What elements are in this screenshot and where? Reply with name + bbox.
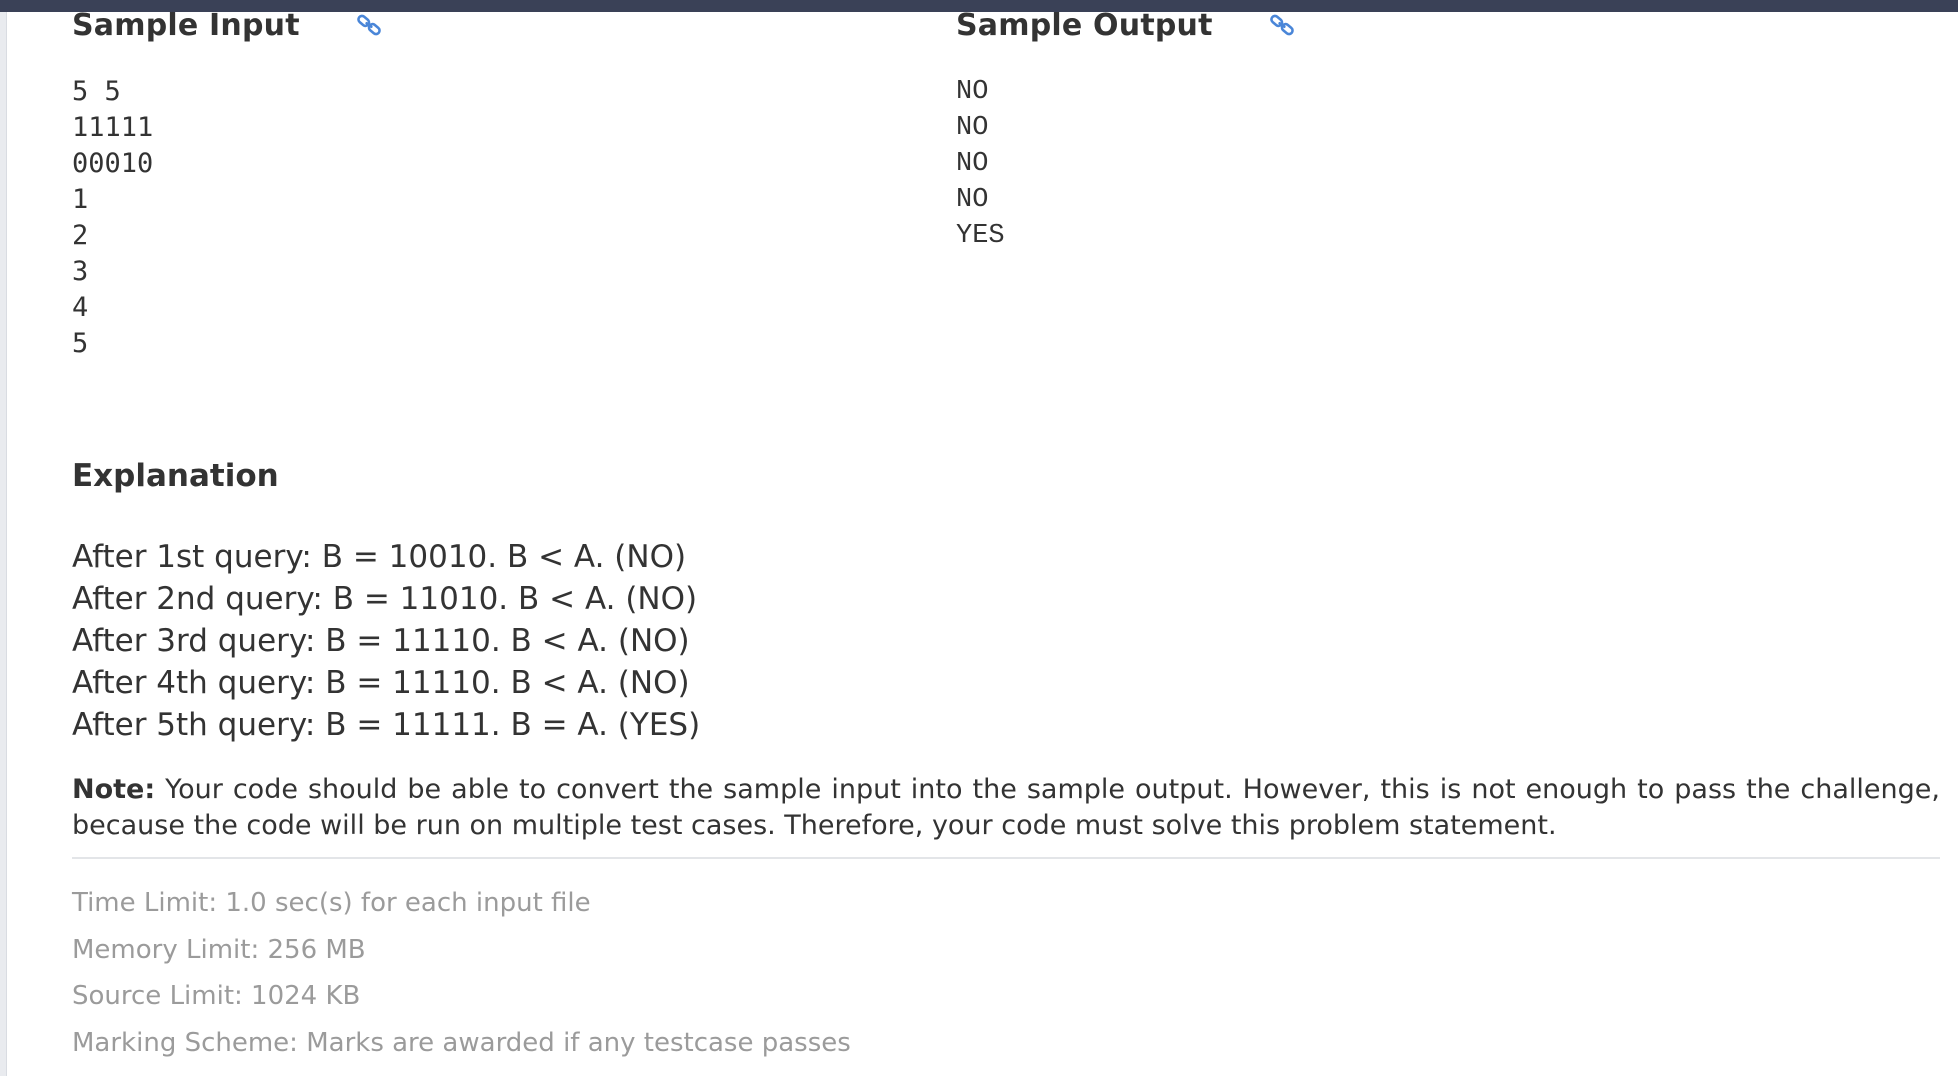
- problem-content: Sample Input 5 5 11111 00010 1 2 3 4 5 S…: [72, 0, 1940, 1076]
- time-limit: Time Limit: 1.0 sec(s) for each input fi…: [72, 888, 591, 918]
- sample-output-title: Sample Output: [956, 7, 1213, 43]
- source-limit: Source Limit: 1024 KB: [72, 981, 361, 1011]
- explanation-line: After 2nd query: B = 11010. B < A. (NO): [72, 581, 698, 617]
- left-edge-border: [0, 12, 7, 1076]
- sample-output-line: NO: [956, 113, 989, 143]
- sample-input-line: 3: [72, 256, 89, 287]
- explanation-line: After 5th query: B = 11111. B = A. (YES): [72, 707, 701, 743]
- sample-output-code: NO NO NO NO YES: [956, 74, 1816, 254]
- limits-section: Time Limit: 1.0 sec(s) for each input fi…: [72, 880, 1940, 1066]
- sample-input-header: Sample Input: [72, 0, 932, 50]
- sample-output-line: NO: [956, 185, 989, 215]
- explanation-line: After 1st query: B = 10010. B < A. (NO): [72, 539, 687, 575]
- memory-limit: Memory Limit: 256 MB: [72, 934, 366, 965]
- sample-output-line: YES: [956, 221, 1005, 251]
- sample-input-line: 5: [72, 328, 89, 359]
- sample-output-line: NO: [956, 149, 989, 179]
- link-icon[interactable]: [352, 8, 386, 42]
- sample-input-title: Sample Input: [72, 7, 300, 43]
- note-text: Your code should be able to convert the …: [72, 774, 1940, 841]
- explanation-lines: After 1st query: B = 10010. B < A. (NO) …: [72, 536, 1940, 746]
- sample-input-line: 1: [72, 184, 89, 215]
- explanation-title: Explanation: [72, 458, 279, 494]
- note-label: Note:: [72, 774, 156, 805]
- marking-scheme: Marking Scheme: Marks are awarded if any…: [72, 1027, 851, 1058]
- sample-input-section: Sample Input 5 5 11111 00010 1 2 3 4 5: [72, 0, 932, 362]
- sample-output-line: NO: [956, 77, 989, 107]
- sample-input-code: 5 5 11111 00010 1 2 3 4 5: [72, 74, 932, 362]
- explanation-line: After 4th query: B = 11110. B < A. (NO): [72, 665, 690, 701]
- note-paragraph: Note: Your code should be able to conver…: [72, 772, 1940, 844]
- sample-output-header: Sample Output: [956, 0, 1816, 50]
- sample-input-line: 11111: [72, 112, 154, 143]
- sample-input-line: 5 5: [72, 76, 121, 107]
- sample-output-section: Sample Output NO NO NO NO YES: [956, 0, 1816, 254]
- sample-input-line: 00010: [72, 148, 154, 179]
- link-icon[interactable]: [1265, 8, 1299, 42]
- explanation-line: After 3rd query: B = 11110. B < A. (NO): [72, 623, 690, 659]
- divider: [72, 857, 1940, 859]
- sample-input-line: 2: [72, 220, 89, 251]
- explanation-section: Explanation After 1st query: B = 10010. …: [72, 458, 1940, 746]
- sample-input-line: 4: [72, 292, 89, 323]
